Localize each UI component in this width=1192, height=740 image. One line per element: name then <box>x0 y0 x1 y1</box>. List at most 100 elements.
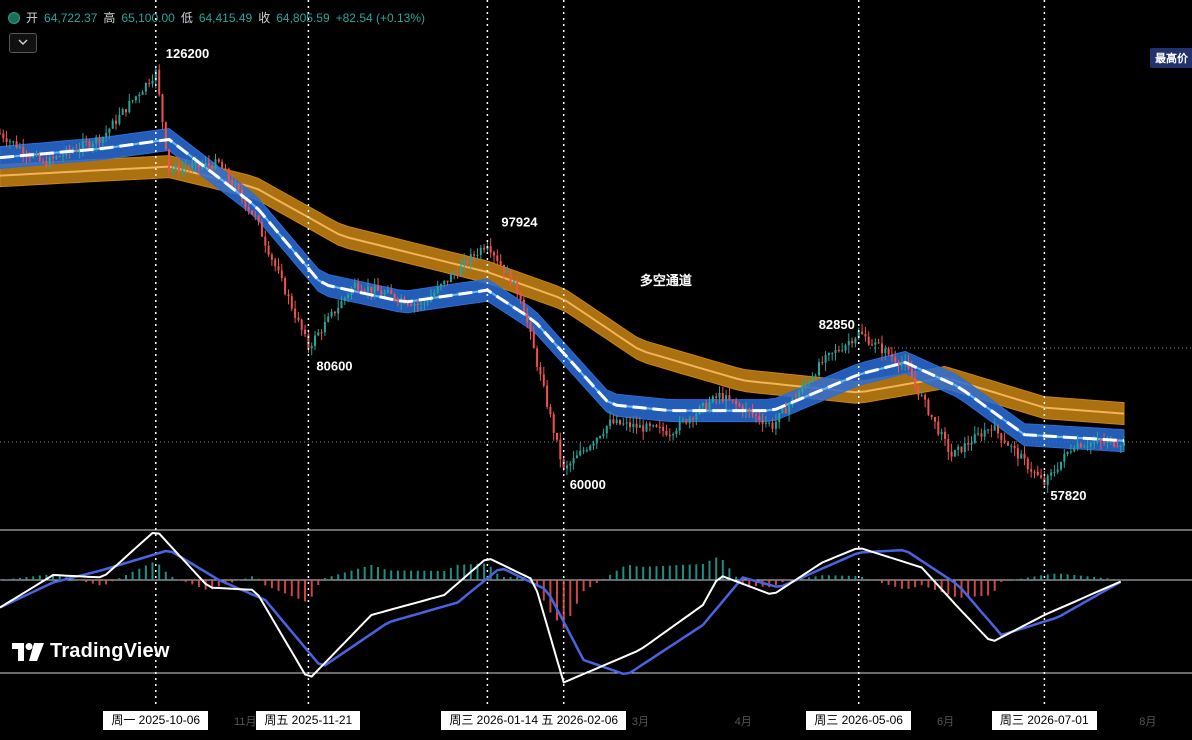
candle-body <box>990 429 993 431</box>
macd-histogram-bar <box>927 580 930 588</box>
candle-body <box>158 69 161 95</box>
macd-histogram-bar <box>483 563 486 580</box>
open-label: 开 <box>26 11 39 25</box>
candle-body <box>217 159 220 162</box>
candle-body <box>274 259 277 267</box>
candle-body <box>188 168 190 169</box>
macd-histogram-bar <box>416 570 419 580</box>
candle-body <box>280 270 283 278</box>
macd-histogram-bar <box>556 580 558 621</box>
candle-body <box>831 352 834 354</box>
candle-body <box>512 280 515 285</box>
axis-tick-label: 8月 <box>1139 716 1157 728</box>
candle-body <box>290 296 293 309</box>
macd-histogram-bar <box>363 566 366 580</box>
macd-histogram-bar <box>111 580 114 582</box>
chart-area[interactable]: 126200 80600 97924 60000 82850 57820 多空通道 <box>0 0 1192 735</box>
candle-body <box>711 396 714 402</box>
macd-histogram-bar <box>847 575 850 580</box>
macd-histogram-bar <box>808 577 810 580</box>
macd-histogram-bar <box>449 567 452 580</box>
macd-histogram-bar <box>151 562 154 580</box>
macd-histogram-bar <box>164 571 167 580</box>
ohlc-legend: 开 64,722.37 高 65,100.00 低 64,415.49 收 64,805… <box>8 9 425 26</box>
collapse-legend-button[interactable] <box>9 33 37 53</box>
macd-histogram-bar <box>277 580 280 591</box>
macd-histogram-bar <box>257 578 260 580</box>
candle-body <box>164 122 167 150</box>
macd-histogram-bar <box>284 580 287 594</box>
candle-body <box>333 311 336 314</box>
candle-body <box>416 303 419 305</box>
candle-body <box>655 425 658 427</box>
macd-histogram-bar <box>682 564 684 580</box>
candle-body <box>692 418 694 420</box>
macd-histogram-bar <box>0 580 1 581</box>
candle-body <box>373 285 376 293</box>
candle-body <box>970 443 973 445</box>
macd-histogram-bar <box>602 578 605 580</box>
candle-body <box>85 141 88 142</box>
candle-body <box>993 425 996 431</box>
candle-body <box>148 82 151 84</box>
candle-body <box>304 329 306 335</box>
candle-body <box>718 393 721 398</box>
candle-body <box>761 420 764 424</box>
candle-body <box>360 290 363 291</box>
candle-body <box>353 282 356 288</box>
macd-histogram-bar <box>841 575 844 580</box>
candle-body <box>317 332 320 336</box>
candle-body <box>453 273 456 275</box>
candle-body <box>980 433 983 437</box>
macd-histogram-bar <box>337 574 340 580</box>
candle-body <box>592 443 595 446</box>
candle-body <box>343 297 346 301</box>
candle-body <box>234 184 237 186</box>
candle-body <box>569 463 572 466</box>
macd-histogram-bar <box>377 567 379 580</box>
candle-body <box>818 362 820 376</box>
candle-body <box>748 408 751 411</box>
macd-histogram-bar <box>1046 574 1049 580</box>
candle-body <box>1050 472 1053 476</box>
macd-histogram-bar <box>609 574 612 580</box>
candle-body <box>960 446 963 453</box>
chart-canvas[interactable]: 126200 80600 97924 60000 82850 57820 多空通道 <box>0 0 1192 735</box>
macd-histogram-bar <box>456 564 459 580</box>
candle-body <box>108 128 111 133</box>
candle-body <box>347 294 350 298</box>
candle-body <box>764 422 767 424</box>
candle-body <box>211 165 214 169</box>
candle-body <box>493 252 495 256</box>
macd-histogram-bar <box>357 568 360 580</box>
macd-histogram-bar <box>144 565 147 580</box>
macd-histogram-bar <box>1026 577 1029 580</box>
macd-histogram-bar <box>158 564 161 580</box>
macd-histogram-bar <box>244 578 247 580</box>
macd-histogram-bar <box>854 575 857 580</box>
candle-body <box>519 293 522 300</box>
candle-body <box>605 426 608 434</box>
macd-histogram-bar <box>350 570 353 580</box>
candle-body <box>267 245 270 255</box>
candle-body <box>426 301 429 303</box>
candle-body <box>847 341 850 346</box>
macd-histogram-bar <box>907 580 910 589</box>
candle-body <box>1053 471 1056 473</box>
pivot-label: 82850 <box>819 317 855 332</box>
candle-body <box>874 342 877 345</box>
candle-body <box>983 430 986 437</box>
macd-histogram-bar <box>403 570 406 580</box>
chevron-down-icon <box>18 39 28 46</box>
candle-body <box>638 425 641 428</box>
candle-body <box>1026 458 1029 470</box>
macd-histogram-bar <box>125 575 127 580</box>
macd-histogram-bar <box>1033 576 1036 580</box>
candle-body <box>8 141 11 143</box>
candle-body <box>801 385 804 392</box>
candle-body <box>1096 439 1099 443</box>
candle-body <box>489 246 492 253</box>
candle-body <box>927 399 930 415</box>
axis-date-label: 周五 2025-11-21 <box>256 711 361 730</box>
candle-body <box>811 377 814 382</box>
